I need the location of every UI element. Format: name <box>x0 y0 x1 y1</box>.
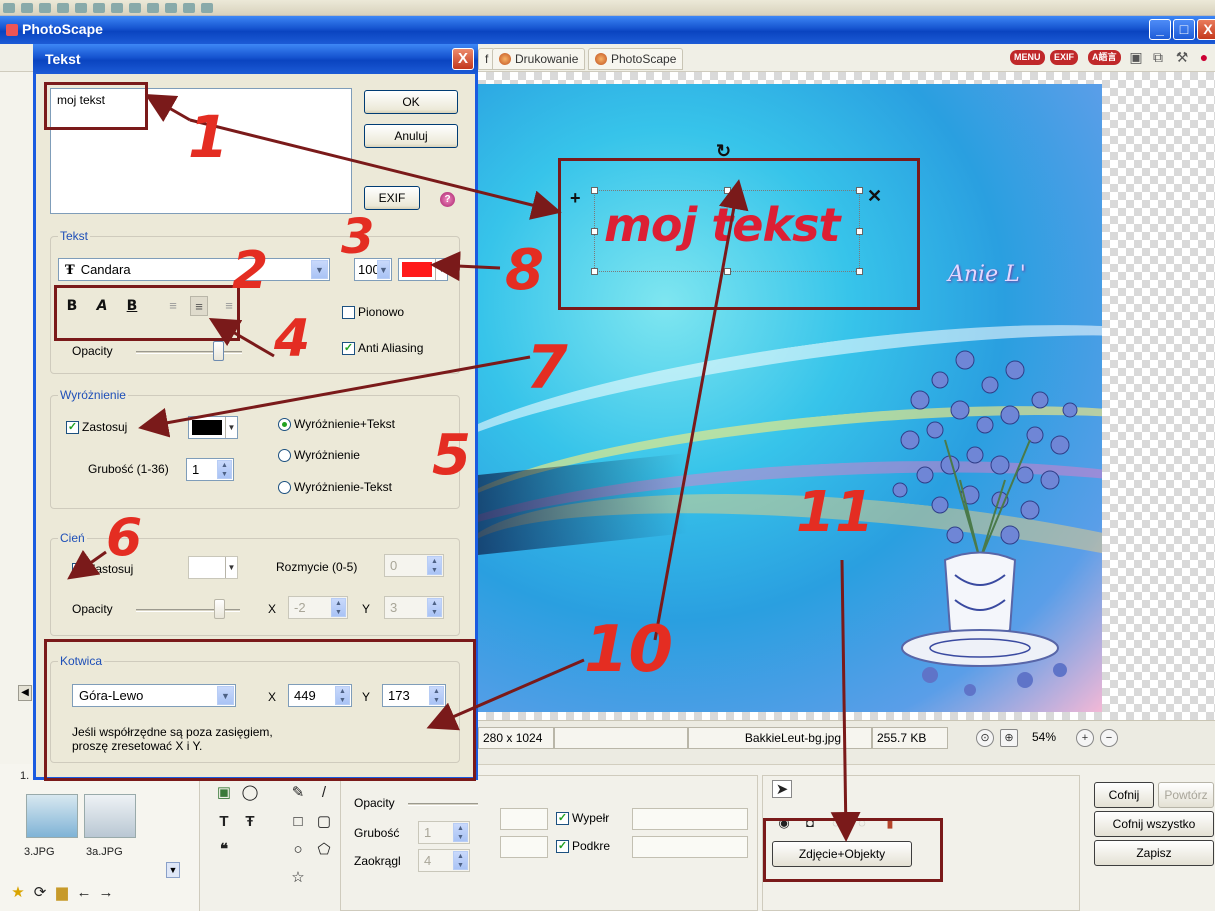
annotation-number-2: 2 <box>232 241 269 301</box>
annotation-arrows <box>67 94 861 842</box>
annotation-number-7: 7 <box>526 333 568 403</box>
annotation-number-11: 11 <box>796 480 874 545</box>
annotation-number-1: 1 <box>188 103 229 171</box>
annotation-number-4: 4 <box>274 309 311 369</box>
annotation-number-3: 3 <box>341 209 375 265</box>
annotation-number-6: 6 <box>106 508 143 568</box>
annotation-number-5: 5 <box>432 423 471 488</box>
annotation-number-8: 8 <box>505 238 544 303</box>
annotation-number-10: 10 <box>584 613 674 687</box>
